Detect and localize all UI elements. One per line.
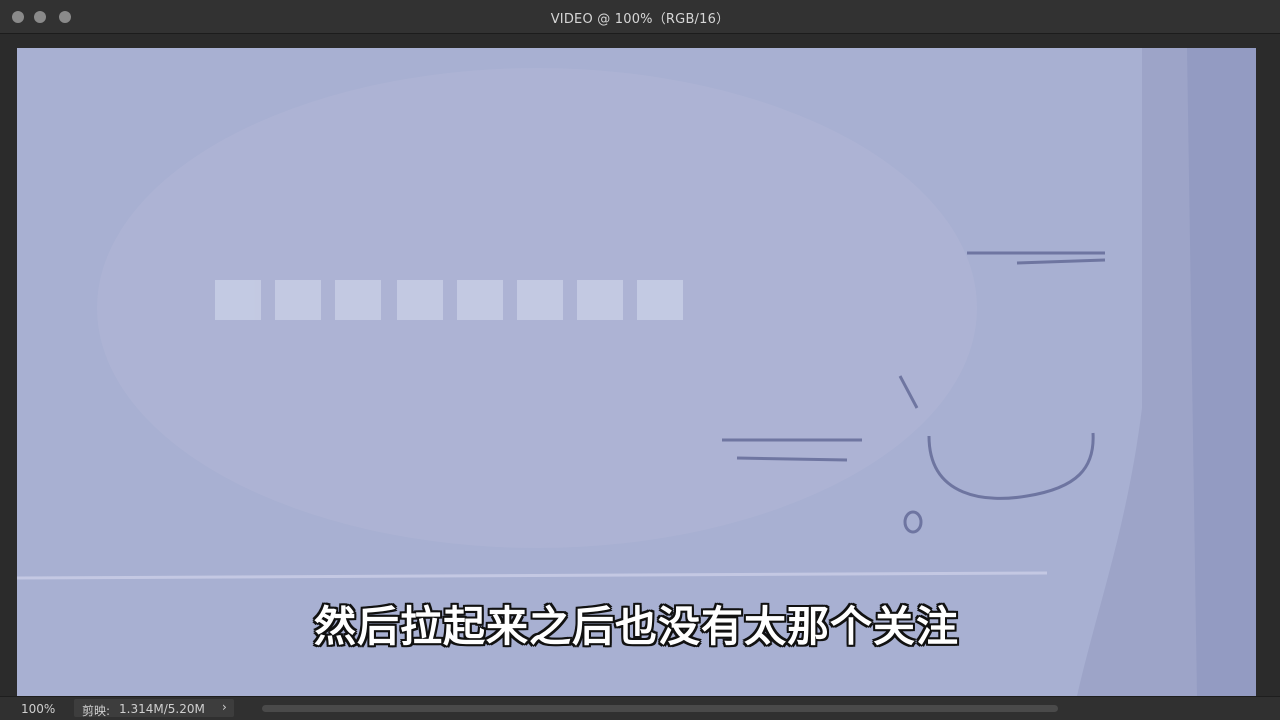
horizontal-scrollbar[interactable] bbox=[262, 705, 1058, 712]
zoom-level-field[interactable]: 100% bbox=[21, 702, 55, 716]
status-bar: 100% 剪映: 1.314M/5.20M › bbox=[0, 696, 1280, 720]
canvas-top-pasteboard bbox=[17, 34, 1256, 48]
window-title: VIDEO @ 100%（RGB/16） bbox=[550, 12, 730, 27]
document-canvas[interactable]: 然后拉起来之后也没有太那个关注 bbox=[17, 48, 1256, 696]
document-info-panel[interactable]: 剪映: 1.314M/5.20M bbox=[74, 699, 234, 718]
chevron-right-icon[interactable]: › bbox=[222, 700, 227, 714]
canvas-right-pasteboard bbox=[1256, 34, 1280, 696]
canvas-left-pasteboard bbox=[0, 34, 17, 696]
video-subtitle: 然后拉起来之后也没有太那个关注 bbox=[313, 602, 959, 651]
document-info-label: 剪映: bbox=[82, 704, 111, 718]
document-size-value: 1.314M/5.20M bbox=[119, 702, 205, 716]
title-bar: VIDEO @ 100%（RGB/16） bbox=[0, 0, 1280, 34]
